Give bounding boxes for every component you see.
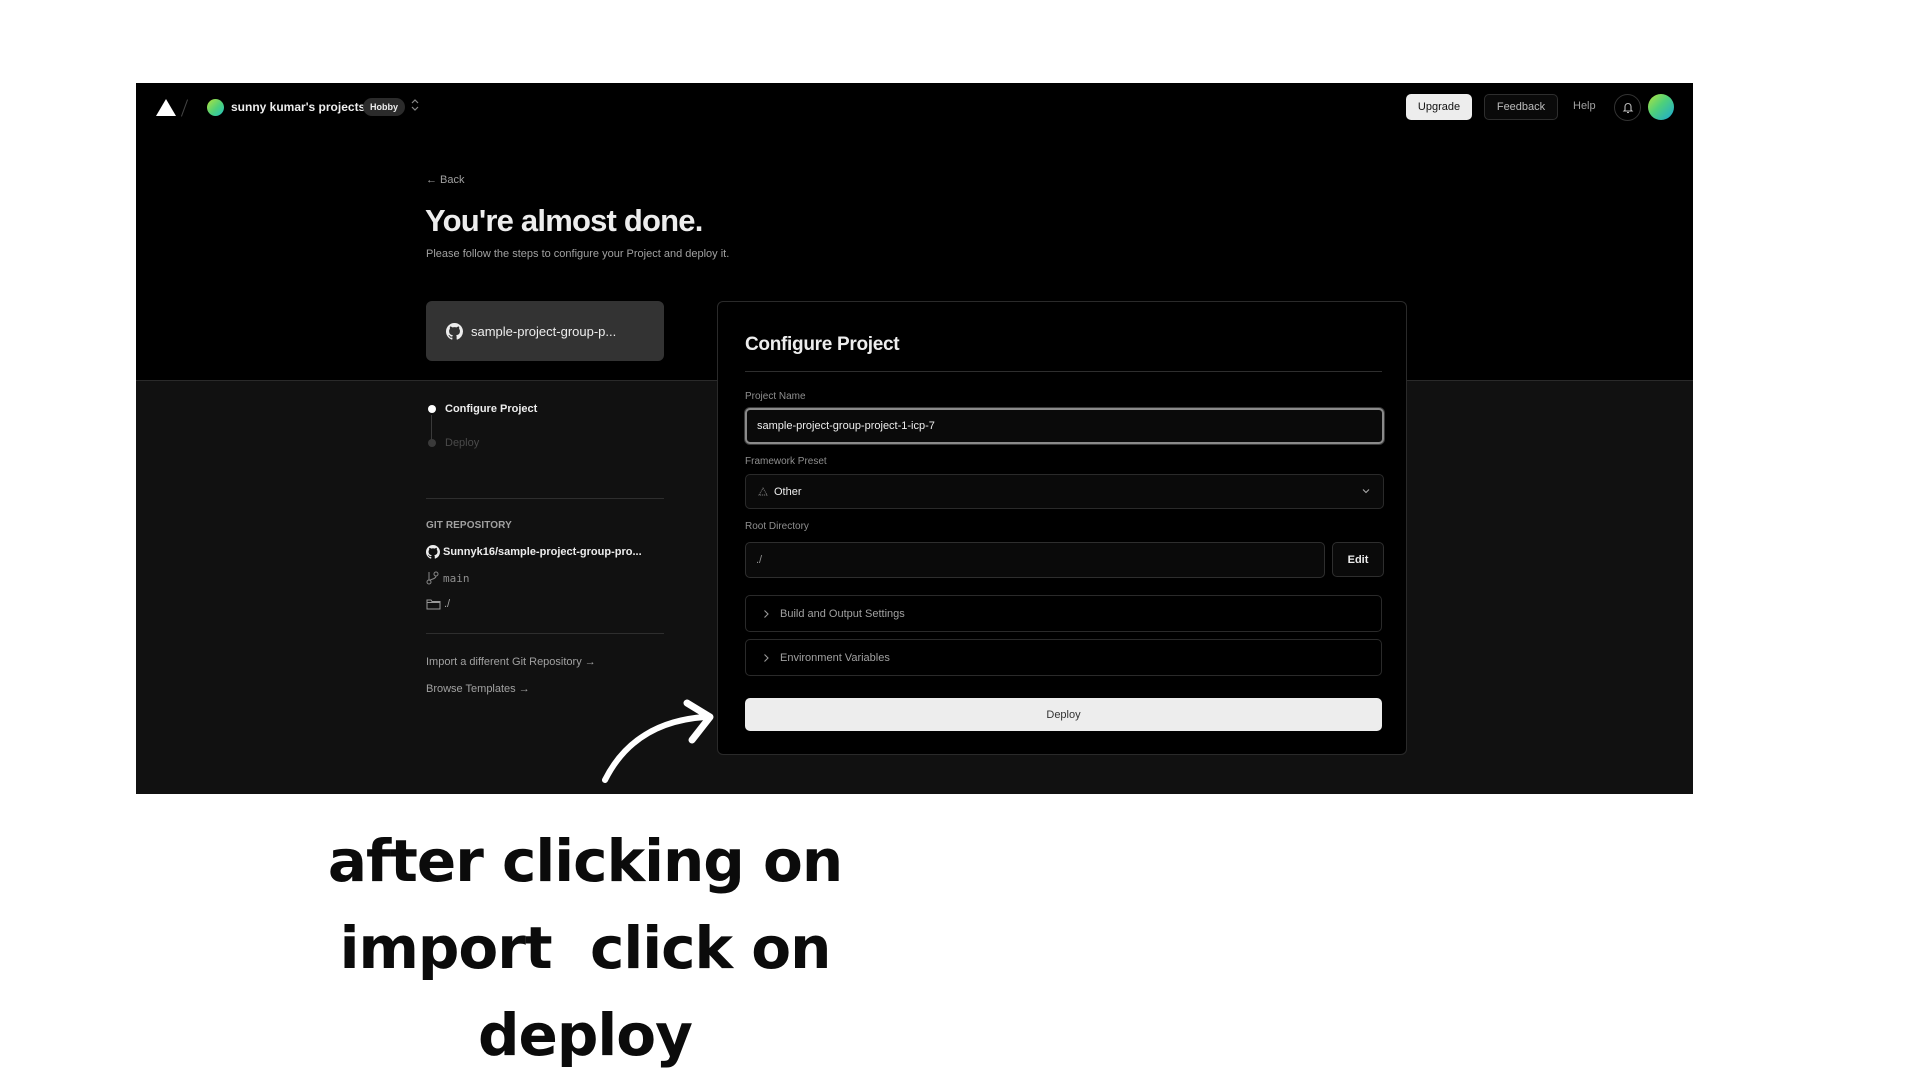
caption-line: import click on xyxy=(339,914,832,982)
team-name[interactable]: sunny kumar's projects xyxy=(231,100,365,114)
chevron-down-icon xyxy=(1362,489,1370,494)
step-label: Deploy xyxy=(445,437,480,449)
git-branch-icon xyxy=(426,571,439,585)
framework-preset-label: Framework Preset xyxy=(745,456,827,467)
github-icon xyxy=(426,545,440,559)
repo-card-name: sample-project-group-p... xyxy=(471,323,617,339)
github-icon xyxy=(446,322,463,340)
caption-line: after clicking on xyxy=(327,827,843,895)
back-link[interactable]: ← Back xyxy=(426,174,465,186)
root-directory-label: Root Directory xyxy=(745,521,809,532)
configure-project-card: Configure Project Project Name Framework… xyxy=(717,301,1407,755)
page-subtitle: Please follow the steps to configure you… xyxy=(426,248,730,260)
environment-variables-label: Environment Variables xyxy=(780,651,890,664)
browser-viewport: sunny kumar's projects Hobby Upgrade Fee… xyxy=(136,83,1693,794)
git-repo-row[interactable]: Sunnyk16/sample-project-group-pro... xyxy=(426,545,642,559)
step-dot-inactive xyxy=(428,439,436,447)
notifications-button[interactable] xyxy=(1614,94,1641,121)
import-different-repo-link[interactable]: Import a different Git Repository → xyxy=(426,656,596,668)
annotation-caption: after clicking on import click on deploy xyxy=(285,818,885,1079)
sidebar-divider xyxy=(426,498,664,499)
plan-badge: Hobby xyxy=(363,98,405,116)
git-directory-row: ./ xyxy=(426,598,450,610)
git-directory: ./ xyxy=(444,598,451,610)
build-output-settings-label: Build and Output Settings xyxy=(780,607,905,620)
framework-other-icon xyxy=(758,487,768,496)
sidebar-divider xyxy=(426,633,664,634)
annotation-arrow-icon xyxy=(602,699,714,783)
step-label: Configure Project xyxy=(445,403,538,415)
browse-templates-link[interactable]: Browse Templates → xyxy=(426,683,530,695)
git-branch-name: main xyxy=(443,571,470,585)
help-link[interactable]: Help xyxy=(1573,100,1596,112)
configure-project-title: Configure Project xyxy=(745,334,900,355)
page-title: You're almost done. xyxy=(425,203,703,238)
bell-icon xyxy=(1622,103,1633,114)
git-branch-row: main xyxy=(426,571,470,585)
step-deploy: Deploy xyxy=(426,437,479,449)
git-repository-heading: GIT REPOSITORY xyxy=(426,520,512,531)
upgrade-button[interactable]: Upgrade xyxy=(1406,94,1472,120)
framework-preset-select[interactable]: Other xyxy=(745,474,1384,509)
team-switcher-icon[interactable] xyxy=(409,97,421,117)
repo-card: sample-project-group-p... xyxy=(426,301,664,361)
edit-root-directory-button[interactable]: Edit xyxy=(1332,542,1384,577)
chevron-right-icon xyxy=(764,609,769,618)
step-dot-active xyxy=(428,405,436,413)
deploy-button[interactable]: Deploy xyxy=(745,698,1382,731)
folder-icon xyxy=(426,599,441,610)
card-divider xyxy=(745,371,1382,372)
user-avatar[interactable] xyxy=(1648,94,1674,120)
project-name-input[interactable] xyxy=(745,408,1384,444)
feedback-button[interactable]: Feedback xyxy=(1484,94,1558,120)
step-configure-project: Configure Project xyxy=(426,403,537,415)
root-directory-input[interactable] xyxy=(745,542,1325,578)
git-repo-name: Sunnyk16/sample-project-group-pro... xyxy=(443,546,642,558)
framework-preset-value: Other xyxy=(774,485,802,498)
build-output-settings-accordion[interactable]: Build and Output Settings xyxy=(745,595,1382,632)
vercel-logo-icon[interactable] xyxy=(156,99,176,116)
caption-line: deploy xyxy=(478,1001,693,1069)
environment-variables-accordion[interactable]: Environment Variables xyxy=(745,639,1382,676)
chevron-right-icon xyxy=(764,653,769,662)
team-avatar[interactable] xyxy=(207,99,224,116)
project-name-label: Project Name xyxy=(745,391,806,402)
